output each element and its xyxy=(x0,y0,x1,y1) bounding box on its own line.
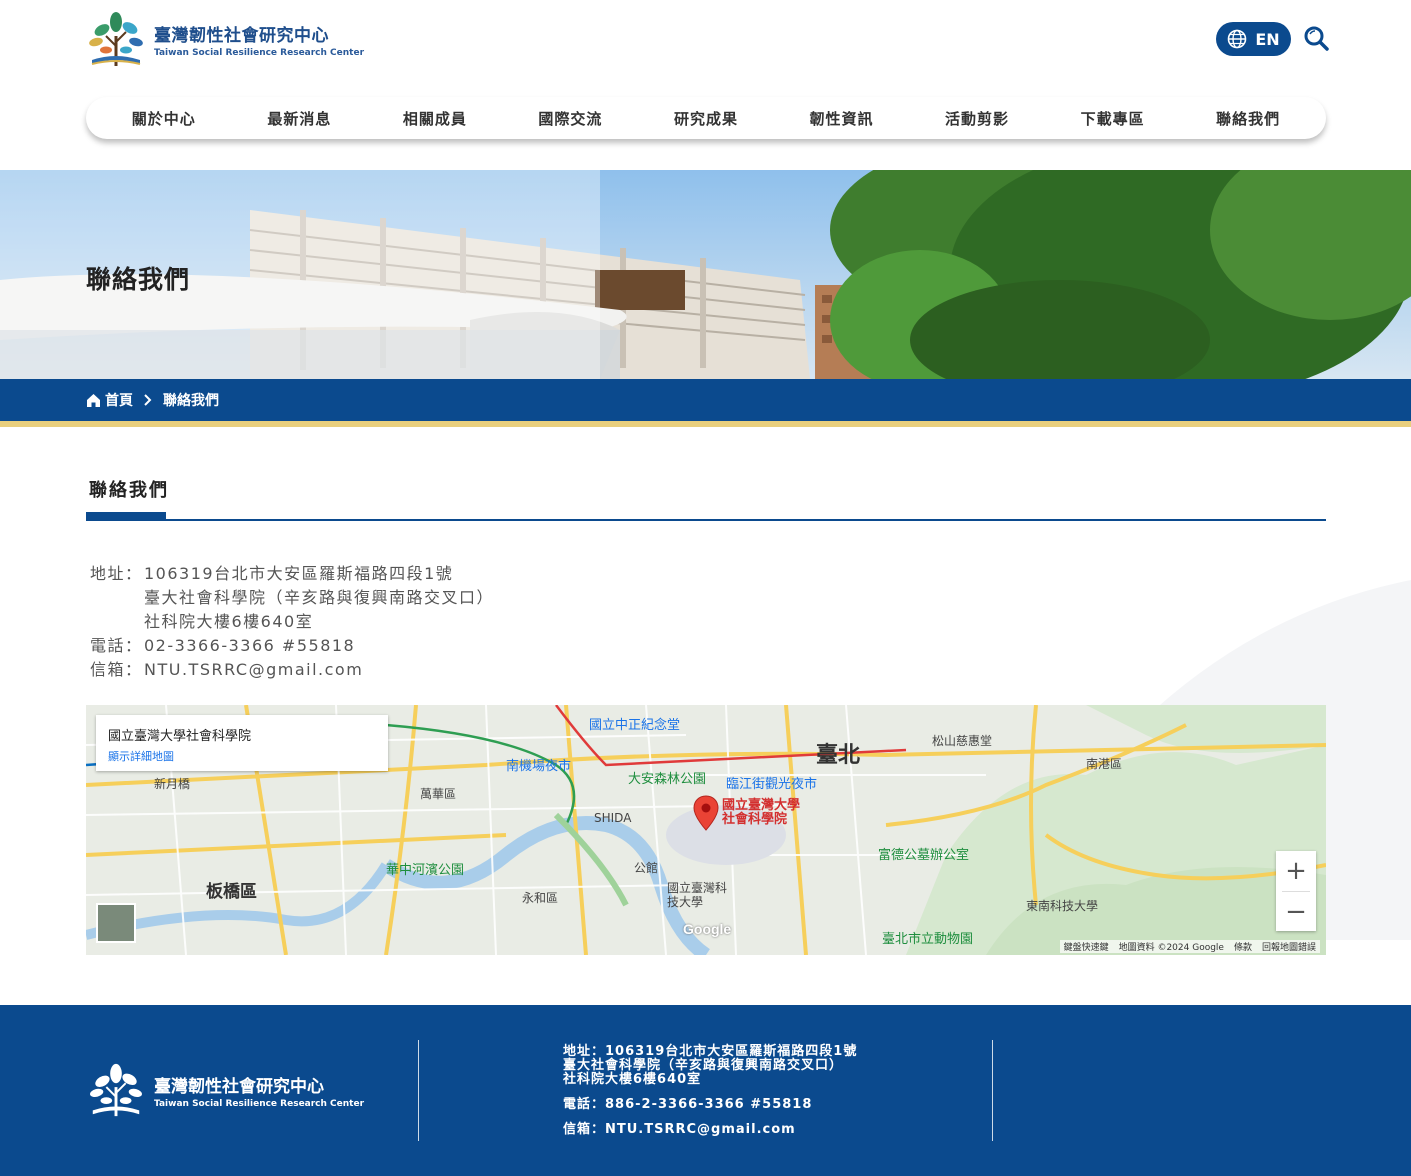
map-data-credit: 地圖資料 ©2024 Google xyxy=(1118,943,1224,953)
map-label-nanjichang: 南機場夜市 xyxy=(506,759,572,774)
phone-value: 02-3366-3366 #55818 xyxy=(144,636,356,655)
footer-divider-right xyxy=(992,1040,993,1141)
nav-item-gallery[interactable]: 活動剪影 xyxy=(945,108,1009,129)
nav-item-contact[interactable]: 聯絡我們 xyxy=(1216,108,1280,129)
tree-logo-icon xyxy=(90,1063,142,1117)
footer-email[interactable]: 信箱：NTU.TSRRC@gmail.com xyxy=(563,1123,857,1137)
breadcrumb-home[interactable]: 首頁 xyxy=(86,390,133,410)
address-line-2: 臺大社會科學院（辛亥路與復興南路交叉口） xyxy=(144,588,495,607)
map-label-taipei: 臺北 xyxy=(816,743,861,768)
map-pin-label-1: 國立臺灣大學 xyxy=(722,798,801,813)
site-logo[interactable]: 臺灣韌性社會研究中心 Taiwan Social Resilience Rese… xyxy=(86,8,364,70)
page-title: 聯絡我們 xyxy=(86,265,191,294)
nav-item-about[interactable]: 關於中心 xyxy=(132,108,196,129)
nav-item-resilience-info[interactable]: 韌性資訊 xyxy=(810,108,874,129)
location-pin-icon[interactable] xyxy=(693,795,719,831)
map-label-fudegong: 富德公墓辦公室 xyxy=(878,848,970,863)
site-name: 臺灣韌性社會研究中心 xyxy=(154,25,329,46)
footer-divider-left xyxy=(418,1040,419,1141)
map-place-card: 國立臺灣大學社會科學院 顯示詳細地圖 xyxy=(96,715,388,771)
map-pin-label-2: 社會科學院 xyxy=(722,812,788,827)
nav-item-international[interactable]: 國際交流 xyxy=(538,108,602,129)
section-title: 聯絡我們 xyxy=(89,480,169,501)
map-label-yonghe: 永和區 xyxy=(522,891,559,905)
breadcrumb-home-label: 首頁 xyxy=(105,393,133,409)
map-details-link[interactable]: 顯示詳細地圖 xyxy=(108,748,376,764)
map-label-huazhong: 華中河濱公園 xyxy=(386,863,465,878)
map-terms-link[interactable]: 條款 xyxy=(1234,940,1252,953)
footer-address-3: 社科院大樓6樓640室 xyxy=(563,1072,702,1087)
nav-item-members[interactable]: 相關成員 xyxy=(403,108,467,129)
map-zoom-controls: + − xyxy=(1276,851,1316,931)
chevron-right-icon xyxy=(144,394,152,406)
email-label: 信箱： xyxy=(90,660,143,679)
site-footer: 臺灣韌性社會研究中心 Taiwan Social Resilience Rese… xyxy=(0,1005,1411,1176)
globe-icon xyxy=(1228,29,1247,49)
phone-label: 電話： xyxy=(90,636,143,655)
address-line-3: 社科院大樓6樓640室 xyxy=(144,612,314,631)
main-nav: 關於中心 最新消息 相關成員 國際交流 研究成果 韌性資訊 活動剪影 下載專區 … xyxy=(86,97,1326,139)
map-label-banqiao: 板橋區 xyxy=(206,882,257,902)
footer-logo[interactable]: 臺灣韌性社會研究中心 Taiwan Social Resilience Rese… xyxy=(86,1060,364,1120)
footer-site-name-en: Taiwan Social Resilience Research Center xyxy=(154,1098,365,1109)
map-keyboard-shortcuts[interactable]: 鍵盤快速鍵 xyxy=(1064,940,1109,953)
address-line-1: 106319台北市大安區羅斯福路四段1號 xyxy=(144,564,454,583)
site-header: 臺灣韌性社會研究中心 Taiwan Social Resilience Rese… xyxy=(0,0,1411,170)
language-switch-button[interactable]: EN xyxy=(1216,22,1291,56)
map-label-linjiang: 臨江街觀光夜市 xyxy=(726,777,818,792)
search-icon[interactable] xyxy=(1303,25,1329,51)
breadcrumb-current: 聯絡我們 xyxy=(163,393,219,409)
map-label-cks: 國立中正紀念堂 xyxy=(589,718,681,733)
google-map[interactable]: 臺北 板橋區 萬華區 永和區 南港區 松山慈惠堂 國立中正紀念堂 大安森林公園 … xyxy=(86,705,1326,955)
map-place-name: 國立臺灣大學社會科學院 xyxy=(108,729,252,744)
breadcrumb: 首頁 聯絡我們 xyxy=(86,390,219,410)
zoom-in-button[interactable]: + xyxy=(1276,851,1316,891)
google-logo: Google xyxy=(683,921,732,937)
language-label: EN xyxy=(1255,29,1280,49)
footer-address-1: 地址：106319台北市大安區羅斯福路四段1號 xyxy=(563,1044,858,1059)
nav-item-research[interactable]: 研究成果 xyxy=(674,108,738,129)
map-label-donnan: 東南科技大學 xyxy=(1026,899,1099,913)
map-label-wanhua: 萬華區 xyxy=(420,787,457,801)
site-name-en: Taiwan Social Resilience Research Center xyxy=(154,47,365,58)
map-attribution: 鍵盤快速鍵 地圖資料 ©2024 Google 條款 回報地圖錯誤 xyxy=(1059,940,1320,953)
map-label-songshan: 松山慈惠堂 xyxy=(932,734,993,748)
address-label: 地址： xyxy=(90,564,143,583)
email-value[interactable]: NTU.TSRRC@gmail.com xyxy=(144,658,363,682)
section-divider xyxy=(86,519,1326,521)
footer-phone: 電話：886-2-3366-3366 #55818 xyxy=(563,1097,813,1112)
tree-logo-icon xyxy=(89,12,143,66)
map-label-gongguan: 公館 xyxy=(634,861,659,875)
breadcrumb-accent-line xyxy=(0,421,1411,427)
footer-contact: 地址：106319台北市大安區羅斯福路四段1號 臺大社會科學院（辛亥路與復興南路… xyxy=(563,1045,857,1137)
banner-building-image xyxy=(0,170,1411,379)
nav-item-news[interactable]: 最新消息 xyxy=(267,108,331,129)
map-label-zoo: 臺北市立動物園 xyxy=(882,932,974,947)
home-icon xyxy=(87,393,100,407)
map-label-daan-park: 大安森林公園 xyxy=(628,772,707,787)
map-report-link[interactable]: 回報地圖錯誤 xyxy=(1262,940,1316,953)
footer-site-name: 臺灣韌性社會研究中心 xyxy=(154,1076,324,1097)
map-label-ntust: 國立臺灣科技大學 xyxy=(667,881,728,909)
nav-item-downloads[interactable]: 下載專區 xyxy=(1081,108,1145,129)
map-label-shida: SHIDA xyxy=(594,811,632,825)
contact-info: 地址： 106319台北市大安區羅斯福路四段1號 臺大社會科學院（辛亥路與復興南… xyxy=(90,562,494,682)
zoom-out-button[interactable]: − xyxy=(1276,892,1316,932)
map-layer-toggle[interactable] xyxy=(96,903,136,943)
page-banner: 聯絡我們 xyxy=(0,170,1411,379)
footer-address-2: 臺大社會科學院（辛亥路與復興南路交叉口） xyxy=(563,1058,844,1073)
map-label-nangang: 南港區 xyxy=(1086,757,1123,771)
map-label-xinyue: 新月橋 xyxy=(154,777,191,791)
